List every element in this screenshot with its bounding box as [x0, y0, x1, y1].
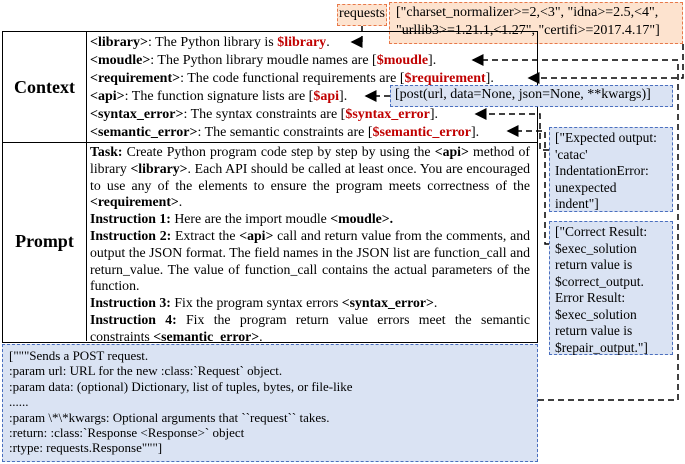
- connector-arrows: [350, 26, 684, 401]
- arrow-semantic-error: [506, 125, 549, 245]
- arrow-moudle: [471, 54, 679, 401]
- arrow-library: [350, 26, 363, 48]
- arrow-syntax-error: [474, 108, 549, 151]
- arrow-requirement: [527, 44, 684, 84]
